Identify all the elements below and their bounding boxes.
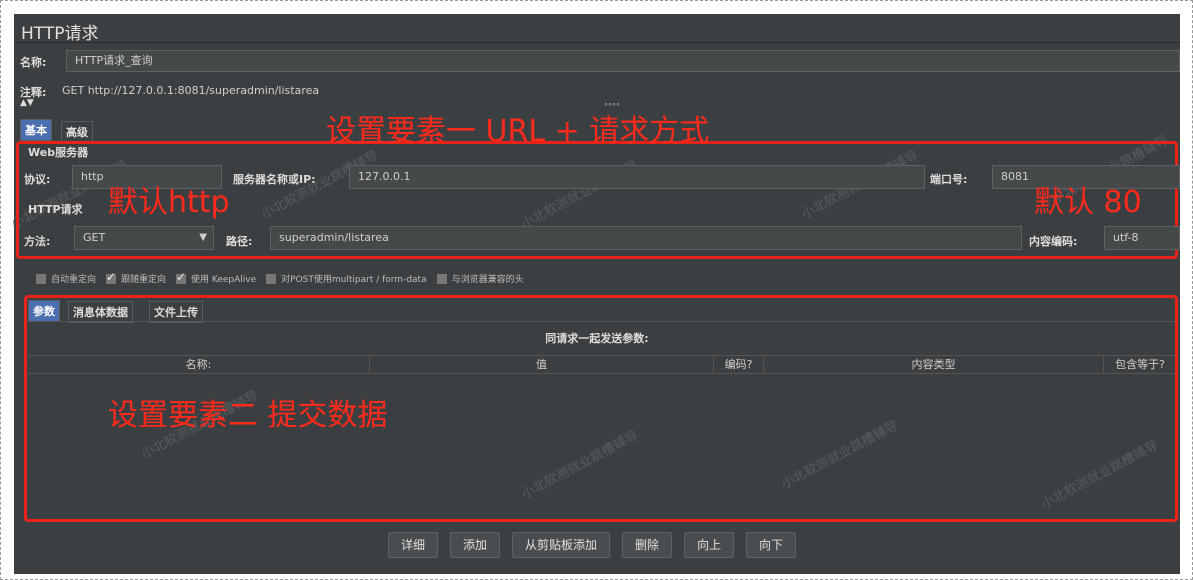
tab-parameters[interactable]: 参数 <box>28 300 60 322</box>
move-down-button[interactable]: 向下 <box>746 532 797 558</box>
option-label: 自动重定向 <box>51 275 97 285</box>
web-server-section-label: Web服务器 <box>28 146 89 159</box>
tab-advanced[interactable]: 高级 <box>61 121 93 143</box>
method-value: GET <box>83 231 106 244</box>
checkbox-icon <box>436 273 447 284</box>
checkbox-icon <box>36 273 46 284</box>
method-select[interactable]: GET ▼ <box>74 226 214 250</box>
follow-redirect-checkbox[interactable]: 跟随重定向 <box>106 270 167 285</box>
tab-body-data[interactable]: 消息体数据 <box>68 301 133 323</box>
column-header-content-type[interactable]: 内容类型 <box>764 356 1104 373</box>
method-label: 方法: <box>24 235 51 248</box>
column-header-name[interactable]: 名称: <box>28 356 370 373</box>
option-label: 使用 KeepAlive <box>191 275 257 285</box>
name-input[interactable]: HTTP请求_查询 <box>66 50 1180 72</box>
multipart-checkbox[interactable]: 对POST使用multipart / form-data <box>266 272 427 285</box>
move-up-button[interactable]: 向上 <box>684 532 735 558</box>
panel-title: HTTP请求 <box>21 24 99 44</box>
delete-button[interactable]: 删除 <box>622 532 673 558</box>
encoding-label: 内容编码: <box>1029 235 1078 248</box>
port-label: 端口号: <box>930 173 968 186</box>
http-request-panel: 小北软测就业跳槽辅导 小北软测就业跳槽辅导 小北软测就业跳槽辅导 小北软测就业跳… <box>9 14 1180 574</box>
collapse-toggle-icon[interactable]: ▲▼ <box>20 98 34 108</box>
divider <box>14 42 1180 43</box>
annotation-submit-data: 设置要素二 提交数据 <box>108 398 388 433</box>
server-input[interactable]: 127.0.0.1 <box>349 165 925 189</box>
add-from-clipboard-button[interactable]: 从剪贴板添加 <box>512 532 611 558</box>
button-row: 详细 添加 从剪贴板添加 删除 向上 向下 <box>388 532 797 558</box>
option-label: 跟随重定向 <box>121 275 167 285</box>
column-header-encode[interactable]: 编码? <box>714 356 764 373</box>
protocol-label: 协议: <box>24 173 51 186</box>
option-label: 对POST使用multipart / form-data <box>281 275 427 285</box>
tab-file-upload[interactable]: 文件上传 <box>149 301 203 323</box>
encoding-input[interactable]: utf-8 <box>1104 226 1180 250</box>
detail-button[interactable]: 详细 <box>388 532 439 558</box>
checkbox-checked-icon <box>176 270 186 284</box>
column-header-value[interactable]: 值 <box>370 356 714 373</box>
checkbox-icon <box>266 273 277 284</box>
options-row: 自动重定向 跟随重定向 使用 KeepAlive 对POST使用multipar… <box>36 270 534 285</box>
column-header-include-equals[interactable]: 包含等于? <box>1104 356 1176 373</box>
add-button[interactable]: 添加 <box>450 532 501 558</box>
server-label: 服务器名称或IP: <box>233 173 316 186</box>
comment-input[interactable]: GET http://127.0.0.1:8081/superadmin/lis… <box>62 84 319 97</box>
browser-headers-checkbox[interactable]: 与浏览器兼容的头 <box>436 272 524 285</box>
checkbox-checked-icon <box>106 270 116 284</box>
name-label: 名称: <box>20 56 47 69</box>
tab-basic[interactable]: 基本 <box>20 119 52 141</box>
dropdown-arrow-icon: ▼ <box>199 232 207 243</box>
option-label: 与浏览器兼容的头 <box>451 275 524 285</box>
params-heading: 同请求一起发送参数: <box>545 332 649 345</box>
annotation-url-method: 设置要素一 URL + 请求方式 <box>326 114 710 149</box>
http-request-section-label: HTTP请求 <box>28 203 83 216</box>
divider <box>28 321 1176 322</box>
annotation-default-http: 默认http <box>108 185 230 220</box>
auto-redirect-checkbox[interactable]: 自动重定向 <box>36 272 96 285</box>
path-input[interactable]: superadmin/listarea <box>270 226 1022 250</box>
keepalive-checkbox[interactable]: 使用 KeepAlive <box>176 270 257 285</box>
path-label: 路径: <box>226 235 253 248</box>
annotation-default-port: 默认 80 <box>1034 185 1142 220</box>
params-table-header: 名称: 值 编码? 内容类型 包含等于? <box>28 355 1176 374</box>
